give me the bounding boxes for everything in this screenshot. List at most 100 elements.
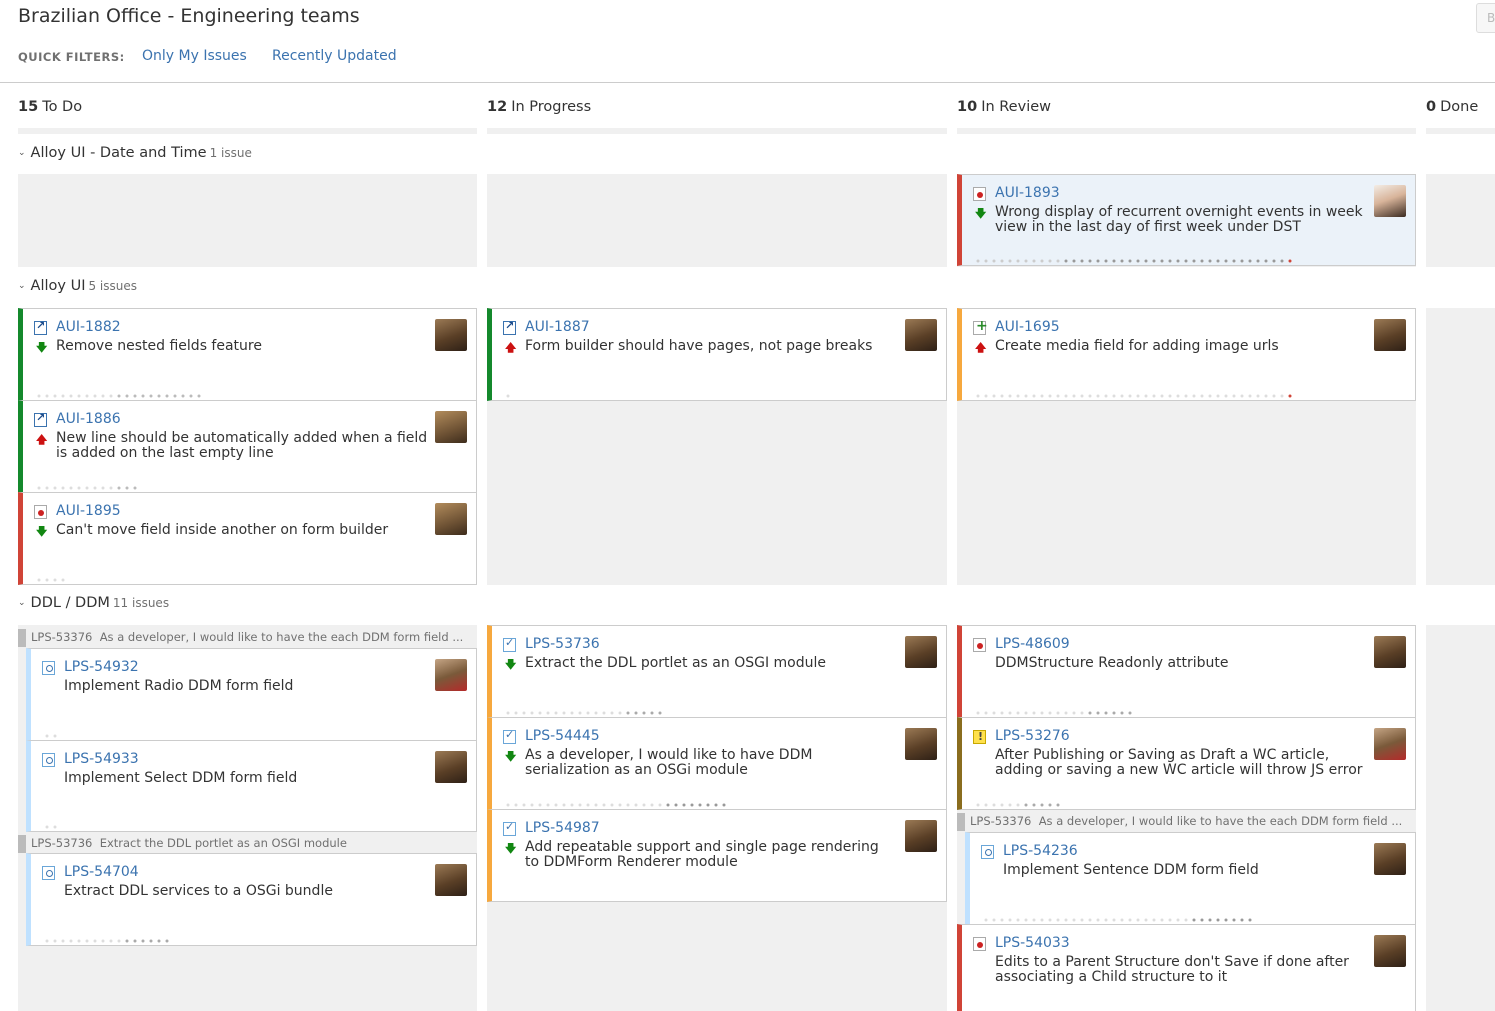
issue-summary: Remove nested fields feature <box>56 338 262 354</box>
avatar[interactable] <box>1374 319 1406 351</box>
issue-card[interactable]: 🡇 AUI-1893 Wrong display of recurrent ov… <box>957 174 1416 266</box>
bug-icon <box>973 638 986 652</box>
board-menu-button[interactable]: B <box>1476 3 1495 33</box>
swimlane-header[interactable]: ⌄ DDL / DDM 11 issues <box>18 595 169 611</box>
days-in-column-dots <box>984 918 1252 922</box>
swimlane-header[interactable]: ⌄ Alloy UI - Date and Time 1 issue <box>18 145 252 161</box>
swimlane-count: 1 issue <box>209 146 252 160</box>
parent-issue-bar[interactable]: LPS-53736 Extract the DDL portlet as an … <box>18 835 477 853</box>
issue-key[interactable]: LPS-54704 <box>64 864 139 880</box>
lane-cell <box>1426 625 1495 1011</box>
avatar[interactable] <box>435 659 467 691</box>
lane-cell <box>487 174 947 267</box>
avatar[interactable] <box>435 751 467 783</box>
days-in-column-dots <box>37 486 137 490</box>
issue-key[interactable]: LPS-54236 <box>1003 843 1078 859</box>
issue-key[interactable]: LPS-53736 <box>525 636 600 652</box>
issue-key[interactable]: LPS-53276 <box>995 728 1070 744</box>
subtask-icon <box>42 753 55 767</box>
issue-key[interactable]: LPS-48609 <box>995 636 1070 652</box>
issue-card[interactable]: 🡇 AUI-1895 Can't move field inside anoth… <box>18 492 477 585</box>
issue-summary: Implement Select DDM form field <box>64 770 298 786</box>
issue-card[interactable]: LPS-54033 Edits to a Parent Structure do… <box>957 924 1416 1011</box>
issue-card[interactable]: LPS-48609 DDMStructure Readonly attribut… <box>957 625 1416 718</box>
task-icon <box>503 728 516 744</box>
issue-key[interactable]: LPS-54445 <box>525 728 600 744</box>
avatar[interactable] <box>1374 843 1406 875</box>
avatar[interactable] <box>905 728 937 760</box>
avatar[interactable] <box>435 411 467 443</box>
column-name: Done <box>1440 99 1479 115</box>
issue-card[interactable]: 🡅 AUI-1695 Create media field for adding… <box>957 308 1416 401</box>
issue-summary: New line should be automatically added w… <box>56 430 428 461</box>
issue-key[interactable]: LPS-54987 <box>525 820 600 836</box>
subtask-card[interactable]: LPS-54932 Implement Radio DDM form field <box>26 648 477 741</box>
issue-key[interactable]: AUI-1887 <box>525 319 590 335</box>
lane-cell <box>18 174 477 267</box>
days-in-column-dots <box>506 394 510 398</box>
swimlane-count: 11 issues <box>112 596 170 610</box>
issue-card[interactable]: LPS-53276 After Publishing or Saving as … <box>957 717 1416 810</box>
days-in-column-dots <box>976 711 1132 715</box>
issue-key[interactable]: AUI-1895 <box>56 503 121 519</box>
avatar[interactable] <box>905 319 937 351</box>
board-title: Brazilian Office - Engineering teams <box>18 5 360 27</box>
issue-card[interactable]: 🡇 LPS-53736 Extract the DDL portlet as a… <box>487 625 947 718</box>
subtask-icon <box>981 845 994 859</box>
days-in-column-dots <box>976 803 1060 807</box>
issue-summary: Extract the DDL portlet as an OSGI modul… <box>525 655 826 671</box>
issue-key[interactable]: AUI-1695 <box>995 319 1060 335</box>
column-name: In Review <box>981 99 1051 115</box>
header-divider <box>0 82 1495 83</box>
column-header-done: 0 Done <box>1426 99 1478 115</box>
avatar[interactable] <box>905 820 937 852</box>
avatar[interactable] <box>1374 185 1406 217</box>
swimlane-header[interactable]: ⌄ Alloy UI 5 issues <box>18 278 137 294</box>
issue-card[interactable]: 🡇 LPS-54987 Add repeatable support and s… <box>487 809 947 902</box>
avatar[interactable] <box>435 503 467 535</box>
improvement-icon <box>34 319 47 335</box>
column-header-in-review: 10 In Review <box>957 99 1051 115</box>
issue-key[interactable]: AUI-1893 <box>995 185 1060 201</box>
column-name: In Progress <box>511 99 592 115</box>
priority-low-icon: 🡇 <box>975 207 987 220</box>
priority-high-icon: 🡅 <box>505 341 517 354</box>
quick-filter-recently-updated[interactable]: Recently Updated <box>272 48 397 64</box>
improvement-icon <box>34 411 47 427</box>
quick-filter-only-my-issues[interactable]: Only My Issues <box>142 48 247 64</box>
avatar[interactable] <box>435 864 467 896</box>
issue-card[interactable]: 🡅 AUI-1886 New line should be automatica… <box>18 400 477 493</box>
priority-low-icon: 🡇 <box>36 525 48 538</box>
issue-card[interactable]: 🡇 AUI-1882 Remove nested fields feature <box>18 308 477 401</box>
warning-icon <box>973 730 986 744</box>
issue-summary: Implement Sentence DDM form field <box>1003 862 1259 878</box>
column-count: 15 <box>18 99 39 115</box>
issue-key[interactable]: AUI-1882 <box>56 319 121 335</box>
issue-card[interactable]: 🡇 LPS-54445 As a developer, I would like… <box>487 717 947 810</box>
avatar[interactable] <box>905 636 937 668</box>
column-name: To Do <box>42 99 83 115</box>
avatar[interactable] <box>1374 935 1406 967</box>
issue-key[interactable]: LPS-54933 <box>64 751 139 767</box>
subtask-card[interactable]: LPS-54933 Implement Select DDM form fiel… <box>26 740 477 832</box>
issue-key[interactable]: AUI-1886 <box>56 411 121 427</box>
issue-key[interactable]: LPS-54033 <box>995 935 1070 951</box>
issue-summary: Extract DDL services to a OSGi bundle <box>64 883 333 899</box>
avatar[interactable] <box>435 319 467 351</box>
column-count: 0 <box>1426 99 1437 115</box>
avatar[interactable] <box>1374 636 1406 668</box>
parent-issue-bar[interactable]: LPS-53376 As a developer, I would like t… <box>957 813 1416 831</box>
issue-summary: Add repeatable support and single page r… <box>525 839 879 870</box>
issue-card[interactable]: 🡅 AUI-1887 Form builder should have page… <box>487 308 947 401</box>
chevron-down-icon: ⌄ <box>18 148 26 158</box>
column-count: 10 <box>957 99 978 115</box>
parent-issue-bar[interactable]: LPS-53376 As a developer, I would like t… <box>18 629 477 647</box>
avatar[interactable] <box>1374 728 1406 760</box>
subtask-card[interactable]: LPS-54704 Extract DDL services to a OSGi… <box>26 853 477 946</box>
issue-key[interactable]: LPS-54932 <box>64 659 139 675</box>
priority-low-icon: 🡇 <box>36 341 48 354</box>
subtask-card[interactable]: LPS-54236 Implement Sentence DDM form fi… <box>965 832 1416 925</box>
bug-icon <box>34 505 47 519</box>
priority-high-icon: 🡅 <box>975 341 987 354</box>
days-in-column-dots <box>506 803 726 807</box>
